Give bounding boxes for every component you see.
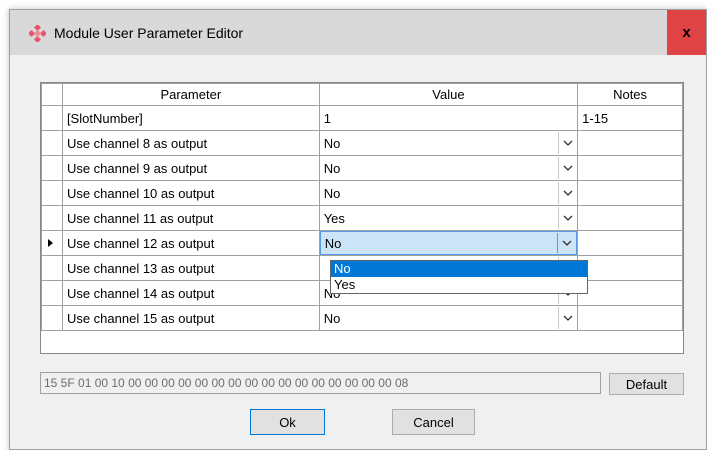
table-row[interactable]: Use channel 15 as output No [41, 305, 683, 331]
notes-cell[interactable] [577, 130, 683, 156]
parameter-cell[interactable]: Use channel 12 as output [61, 230, 320, 256]
parameter-cell[interactable]: Use channel 15 as output [61, 305, 320, 331]
chevron-down-icon [563, 140, 573, 146]
table-row[interactable]: Use channel 9 as output No [41, 155, 683, 181]
notes-cell[interactable] [577, 155, 683, 181]
table-row[interactable]: Use channel 8 as output No [41, 130, 683, 156]
value-text: No [323, 160, 341, 176]
chevron-down-icon [562, 240, 572, 246]
table-row[interactable]: Use channel 10 as output No [41, 180, 683, 206]
parameter-cell[interactable]: Use channel 10 as output [61, 180, 320, 206]
parameter-cell[interactable]: [SlotNumber] [61, 105, 320, 131]
value-text: Yes [323, 210, 345, 226]
dropdown-arrow-button[interactable] [558, 207, 576, 229]
column-header-parameter[interactable]: Parameter [61, 83, 320, 106]
value-cell[interactable]: 1 [318, 105, 579, 131]
close-button[interactable]: x [667, 10, 706, 55]
value-combobox[interactable]: No [320, 182, 576, 205]
notes-cell[interactable] [577, 255, 683, 281]
value-text: No [323, 135, 341, 151]
module-diamond-icon [29, 25, 46, 42]
module-user-parameter-editor-window: Module User Parameter Editor x Parameter… [9, 9, 707, 450]
row-header[interactable] [41, 305, 63, 331]
row-header[interactable] [41, 105, 63, 131]
notes-cell[interactable] [577, 280, 683, 306]
dropdown-arrow-button[interactable] [558, 132, 576, 154]
window-title: Module User Parameter Editor [54, 25, 244, 41]
notes-cell[interactable] [577, 205, 683, 231]
current-row-pointer-icon [48, 239, 53, 247]
row-header[interactable] [41, 280, 63, 306]
dropdown-arrow-button[interactable] [558, 182, 576, 204]
close-icon: x [682, 24, 691, 41]
table-row[interactable]: Use channel 11 as output Yes [41, 205, 683, 231]
value-cell[interactable]: No [318, 180, 579, 206]
title-bar: Module User Parameter Editor x [10, 10, 706, 55]
notes-cell[interactable] [577, 180, 683, 206]
row-header[interactable] [41, 180, 63, 206]
chevron-down-icon [563, 190, 573, 196]
row-header[interactable] [41, 130, 63, 156]
value-cell[interactable]: No [318, 230, 579, 256]
value-cell[interactable]: Yes [318, 205, 579, 231]
parameter-cell[interactable]: Use channel 8 as output [61, 130, 320, 156]
value-combobox[interactable]: No [320, 132, 576, 155]
parameter-cell[interactable]: Use channel 14 as output [61, 280, 320, 306]
value-dropdown-list[interactable]: No Yes [330, 260, 588, 294]
table-row[interactable]: Use channel 12 as output No [41, 230, 683, 256]
hex-parameter-string: 15 5F 01 00 10 00 00 00 00 00 00 00 00 0… [40, 372, 601, 394]
row-header[interactable] [41, 230, 63, 256]
dropdown-option-no[interactable]: No [331, 261, 587, 277]
ok-button[interactable]: Ok [250, 409, 325, 435]
row-header[interactable] [41, 255, 63, 281]
row-header-corner [41, 83, 63, 106]
row-header[interactable] [41, 155, 63, 181]
dropdown-arrow-button[interactable] [557, 233, 576, 253]
parameter-grid: Parameter Value Notes [SlotNumber] 1 1-15 U… [40, 82, 684, 354]
header-row: Parameter Value Notes [41, 83, 683, 106]
column-header-notes[interactable]: Notes [577, 83, 683, 106]
chevron-down-icon [563, 215, 573, 221]
dropdown-arrow-button[interactable] [558, 307, 576, 329]
notes-cell[interactable] [577, 305, 683, 331]
value-text: No [323, 310, 341, 326]
dropdown-arrow-button[interactable] [558, 157, 576, 179]
chevron-down-icon [563, 165, 573, 171]
column-header-value[interactable]: Value [318, 83, 579, 106]
parameter-cell[interactable]: Use channel 13 as output [61, 255, 320, 281]
dropdown-option-yes[interactable]: Yes [331, 277, 587, 293]
value-combobox[interactable]: No [320, 157, 576, 180]
value-cell[interactable]: No [318, 305, 579, 331]
notes-cell[interactable]: 1-15 [577, 105, 683, 131]
parameter-cell[interactable]: Use channel 9 as output [61, 155, 320, 181]
value-combobox[interactable]: No [320, 307, 576, 330]
value-combobox[interactable]: Yes [320, 207, 576, 230]
value-text: No [323, 185, 341, 201]
table-row[interactable]: [SlotNumber] 1 1-15 [41, 105, 683, 131]
chevron-down-icon [563, 315, 573, 321]
row-header[interactable] [41, 205, 63, 231]
value-cell[interactable]: No [318, 155, 579, 181]
default-button[interactable]: Default [609, 373, 684, 395]
value-text: No [324, 235, 342, 251]
notes-cell[interactable] [577, 230, 683, 256]
parameter-cell[interactable]: Use channel 11 as output [61, 205, 320, 231]
value-cell[interactable]: No [318, 130, 579, 156]
value-combobox[interactable]: No [320, 231, 577, 255]
cancel-button[interactable]: Cancel [392, 409, 475, 435]
